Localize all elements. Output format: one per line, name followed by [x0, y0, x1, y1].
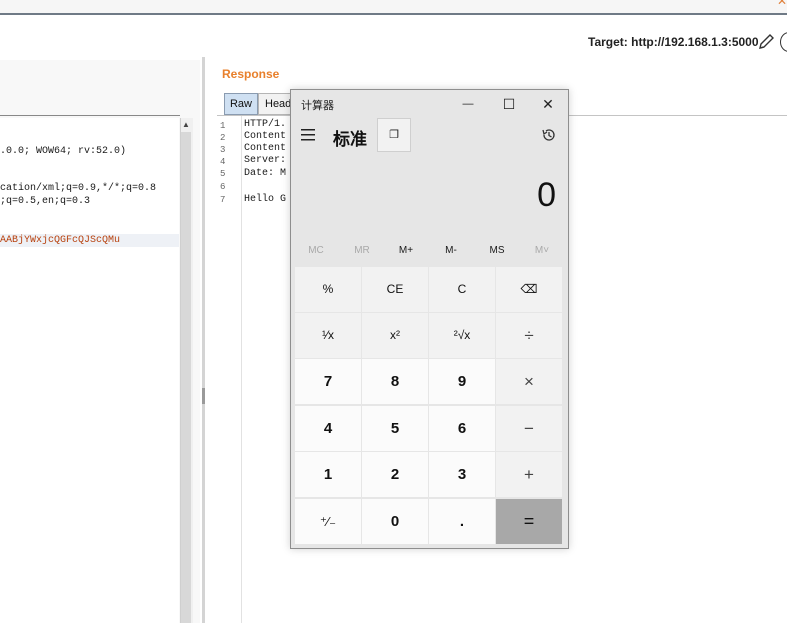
calculator-mode: 标准: [333, 130, 367, 149]
memory-recall-button[interactable]: MR: [339, 240, 385, 262]
digit-1-button[interactable]: 1: [295, 452, 361, 497]
decimal-button[interactable]: .: [429, 499, 495, 544]
close-button[interactable]: ✕: [536, 94, 560, 114]
line-number: 4: [220, 157, 226, 167]
history-icon[interactable]: [541, 127, 557, 143]
percent-button[interactable]: %: [295, 267, 361, 312]
request-line: .0.0; WOW64; rv:52.0): [0, 146, 127, 157]
splitter-grip[interactable]: [202, 388, 205, 404]
response-line: Date: M: [244, 168, 287, 179]
negate-button[interactable]: ⁺⁄₋: [295, 499, 361, 544]
reciprocal-button[interactable]: ¹⁄x: [295, 313, 361, 358]
memory-add-button[interactable]: M+: [383, 240, 429, 262]
tab-raw[interactable]: Raw: [224, 93, 258, 115]
add-button[interactable]: +: [496, 452, 562, 497]
digit-8-button[interactable]: 8: [362, 359, 428, 404]
memory-clear-button[interactable]: MC: [293, 240, 339, 262]
calculator-window[interactable]: 计算器 — ☐ ✕ 标准 ❐ 0 MC MR M+ M- MS M˅ % CE …: [290, 89, 569, 549]
square-root-button[interactable]: ²√x: [429, 313, 495, 358]
clear-entry-button[interactable]: CE: [362, 267, 428, 312]
pencil-icon[interactable]: [757, 33, 775, 51]
line-number: 1: [220, 121, 226, 131]
backspace-button[interactable]: ⌫: [496, 267, 562, 312]
square-button[interactable]: x²: [362, 313, 428, 358]
request-line: cation/xml;q=0.9,*/*;q=0.8: [0, 183, 157, 194]
target-label: Target: http://192.168.1.3:5000: [588, 35, 759, 49]
equals-button[interactable]: =: [496, 499, 562, 544]
subtract-button[interactable]: −: [496, 406, 562, 451]
corner-close-icon[interactable]: ✕: [777, 0, 787, 8]
clear-button[interactable]: C: [429, 267, 495, 312]
multiply-button[interactable]: ×: [496, 359, 562, 404]
digit-9-button[interactable]: 9: [429, 359, 495, 404]
digit-4-button[interactable]: 4: [295, 406, 361, 451]
hamburger-menu-icon[interactable]: [300, 128, 318, 142]
maximize-button[interactable]: ☐: [497, 94, 521, 114]
digit-0-button[interactable]: 0: [362, 499, 428, 544]
request-scrollbar-thumb[interactable]: [181, 132, 191, 623]
keep-on-top-icon: ❐: [389, 129, 399, 141]
digit-7-button[interactable]: 7: [295, 359, 361, 404]
memory-subtract-button[interactable]: M-: [428, 240, 474, 262]
digit-6-button[interactable]: 6: [429, 406, 495, 451]
line-number: 7: [220, 195, 226, 205]
panel-splitter[interactable]: [202, 57, 205, 623]
scroll-up-icon[interactable]: ▲: [182, 120, 190, 129]
memory-list-button[interactable]: M˅: [519, 240, 565, 262]
response-line: Content: [244, 131, 287, 142]
memory-row: MC MR M+ M- MS M˅: [291, 240, 568, 262]
request-line: ;q=0.5,en;q=0.3: [0, 196, 91, 207]
request-divider: [0, 115, 180, 116]
digit-2-button[interactable]: 2: [362, 452, 428, 497]
request-editor[interactable]: .0.0; WOW64; rv:52.0) cation/xml;q=0.9,*…: [0, 118, 179, 623]
minimize-button[interactable]: —: [456, 94, 480, 114]
response-line: Server:: [244, 155, 287, 166]
calculator-title: 计算器: [301, 100, 334, 112]
digit-3-button[interactable]: 3: [429, 452, 495, 497]
response-line: HTTP/1.: [244, 119, 287, 130]
top-strip: [0, 0, 787, 15]
response-line: Hello G: [244, 194, 287, 205]
line-number: 3: [220, 145, 226, 155]
response-title: Response: [222, 67, 280, 81]
response-line: Content: [244, 143, 287, 154]
divide-button[interactable]: ÷: [496, 313, 562, 358]
line-number: 5: [220, 169, 226, 179]
line-number: 6: [220, 182, 226, 192]
calculator-display: 0: [537, 176, 556, 214]
request-line: AABjYWxjcQGFcQJScQMu: [0, 235, 121, 246]
calculator-titlebar[interactable]: 计算器 — ☐ ✕: [291, 90, 568, 118]
keep-on-top-button[interactable]: ❐: [377, 118, 411, 152]
memory-store-button[interactable]: MS: [474, 240, 520, 262]
digit-5-button[interactable]: 5: [362, 406, 428, 451]
line-number: 2: [220, 133, 226, 143]
